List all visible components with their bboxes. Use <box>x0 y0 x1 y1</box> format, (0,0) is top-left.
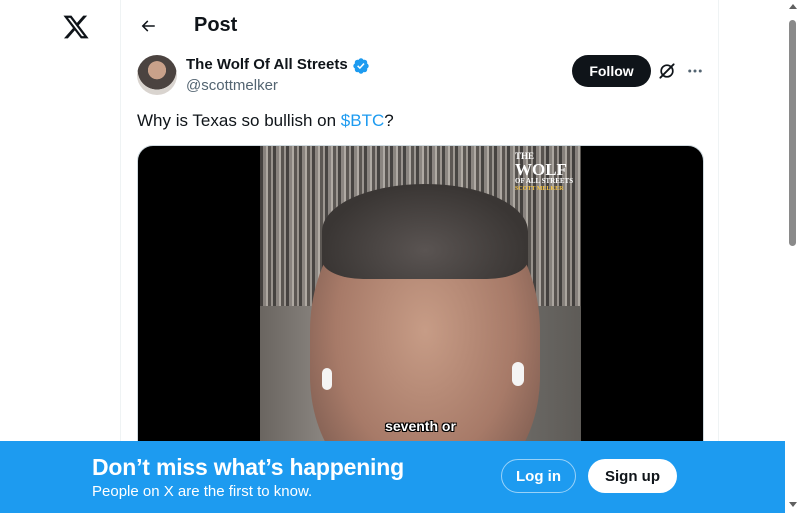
scroll-up-icon[interactable] <box>789 4 797 9</box>
signup-banner: Don’t miss what’s happening People on X … <box>0 441 785 513</box>
logo-line-3: OF ALL STREETS <box>515 177 574 185</box>
avatar[interactable] <box>137 55 177 95</box>
earbud-left <box>322 368 332 390</box>
author-handle[interactable]: @scottmelker <box>186 77 278 94</box>
earbud-right <box>512 362 524 386</box>
login-button[interactable]: Log in <box>501 459 576 493</box>
arrow-left-icon[interactable] <box>137 15 159 37</box>
primary-column: Post The Wolf Of All Streets @scottmelke… <box>120 0 719 513</box>
logo-line-4: SCOTT MELKER <box>515 186 564 192</box>
post-text-body: Why is Texas so bullish on <box>137 111 341 130</box>
video-watermark-logo: THE WOLF OF ALL STREETS SCOTT MELKER <box>515 152 579 193</box>
grok-icon[interactable] <box>657 61 679 81</box>
signup-button[interactable]: Sign up <box>588 459 677 493</box>
logo-line-2: WOLF <box>515 160 567 179</box>
scrollbar[interactable] <box>785 0 800 513</box>
video-subject-hair-top <box>322 184 528 279</box>
video-caption: seventh or <box>385 418 456 434</box>
post-text-end: ? <box>384 111 394 130</box>
author-name[interactable]: The Wolf Of All Streets <box>186 56 348 73</box>
cashtag-link[interactable]: $BTC <box>341 111 384 130</box>
scroll-down-icon[interactable] <box>789 502 797 507</box>
verified-badge-icon[interactable] <box>352 57 370 75</box>
page-title: Post <box>194 14 238 36</box>
x-logo-icon[interactable] <box>62 13 90 41</box>
banner-subtitle: People on X are the first to know. <box>92 483 313 500</box>
post-text: Why is Texas so bullish on $BTC? <box>137 111 394 131</box>
more-horizontal-icon[interactable] <box>684 61 706 81</box>
follow-button[interactable]: Follow <box>572 55 651 87</box>
video-player[interactable]: THE WOLF OF ALL STREETS SCOTT MELKER sev… <box>137 145 704 475</box>
video-frame[interactable]: THE WOLF OF ALL STREETS SCOTT MELKER sev… <box>260 146 581 474</box>
banner-title: Don’t miss what’s happening <box>92 454 404 480</box>
scroll-thumb[interactable] <box>789 20 796 246</box>
